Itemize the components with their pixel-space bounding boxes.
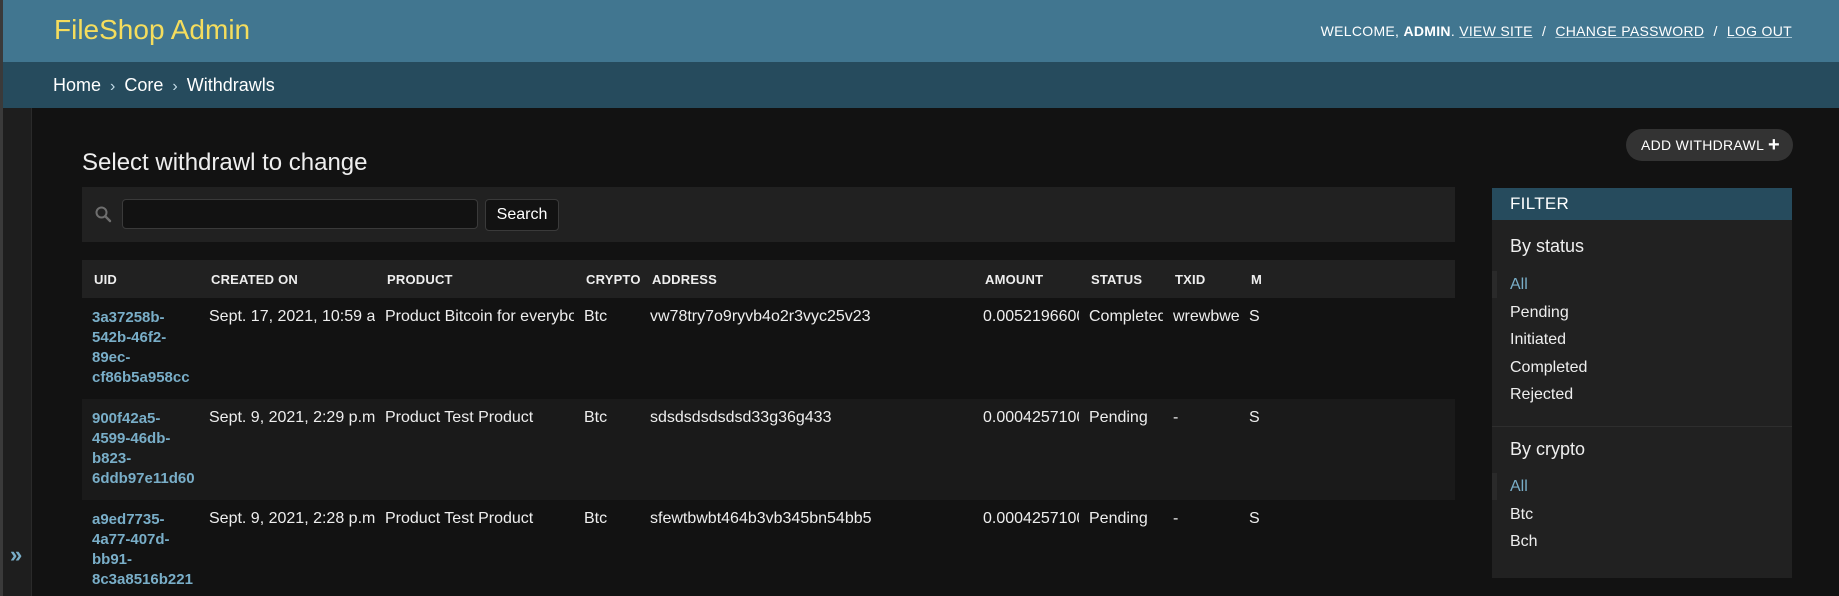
column-header-created-on[interactable]: CREATED ON xyxy=(199,260,375,298)
filter-status-initiated[interactable]: Initiated xyxy=(1492,326,1792,354)
address-cell: vw78try7o9ryvb4o2r3vyc25v23 xyxy=(650,308,871,325)
double-chevron-right-icon[interactable]: » xyxy=(10,542,22,568)
filter-panel: FILTER By status All Pending Initiated C… xyxy=(1492,188,1792,578)
created-on-cell: Sept. 9, 2021, 2:28 p.m. xyxy=(209,510,375,527)
page-title: Select withdrawl to change xyxy=(82,149,368,177)
amount-cell: 0.0004257100 xyxy=(983,510,1079,527)
product-cell: Product Test Product xyxy=(385,510,534,527)
filter-status-all[interactable]: All xyxy=(1492,271,1792,299)
amount-cell: 0.0004257100 xyxy=(983,409,1079,426)
status-cell: Completed xyxy=(1089,308,1163,325)
breadcrumb: Home › Core › Withdrawls xyxy=(3,62,1839,108)
uid-link[interactable]: 900f42a5- 4599-46db- b823- 6ddb97e11d60 xyxy=(92,409,199,489)
add-withdrawl-label: ADD WITHDRAWL xyxy=(1641,137,1765,153)
column-header-status[interactable]: STATUS xyxy=(1079,260,1163,298)
change-password-link[interactable]: CHANGE PASSWORD xyxy=(1555,23,1704,39)
filter-heading-status: By status xyxy=(1510,236,1585,256)
results-table: UID CREATED ON PRODUCT CRYPTO ADDRESS AM… xyxy=(82,260,1455,596)
extra-cell: S xyxy=(1249,409,1260,426)
extra-cell: S xyxy=(1249,308,1260,325)
log-out-link[interactable]: LOG OUT xyxy=(1727,23,1792,39)
crypto-cell: Btc xyxy=(584,510,608,527)
column-header-more[interactable]: M xyxy=(1239,260,1455,298)
uid-cell: a9ed7735- 4a77-407d- bb91- 8c3a8516b221 xyxy=(82,500,199,596)
add-withdrawl-button[interactable]: ADD WITHDRAWL + xyxy=(1626,129,1793,161)
filter-list-status: All Pending Initiated Completed Rejected xyxy=(1492,271,1792,409)
txid-cell: - xyxy=(1173,409,1179,426)
column-header-crypto[interactable]: CRYPTO xyxy=(574,260,640,298)
column-header-txid[interactable]: TXID xyxy=(1163,260,1239,298)
column-header-product[interactable]: PRODUCT xyxy=(375,260,574,298)
uid-cell: 900f42a5- 4599-46db- b823- 6ddb97e11d60 xyxy=(82,399,199,500)
breadcrumb-current: Withdrawls xyxy=(186,75,275,95)
filter-status-pending[interactable]: Pending xyxy=(1492,299,1792,327)
filter-status-completed[interactable]: Completed xyxy=(1492,354,1792,382)
plus-icon: + xyxy=(1768,134,1780,156)
status-cell: Pending xyxy=(1089,409,1148,426)
search-button[interactable]: Search xyxy=(485,199,559,231)
breadcrumb-core[interactable]: Core xyxy=(124,75,163,95)
address-cell: sfewtbwbt464b3vb345bn54bb5 xyxy=(650,510,872,527)
product-cell: Product Test Product xyxy=(385,409,534,426)
user-tools: WELCOME, ADMIN. VIEW SITE / CHANGE PASSW… xyxy=(1320,23,1792,39)
site-header: FileShop Admin WELCOME, ADMIN. VIEW SITE… xyxy=(3,0,1839,62)
crypto-cell: Btc xyxy=(584,409,608,426)
column-header-uid[interactable]: UID xyxy=(82,260,199,298)
txid-cell: - xyxy=(1173,510,1179,527)
column-header-amount[interactable]: AMOUNT xyxy=(973,260,1079,298)
search-toolbar: Search xyxy=(82,187,1455,242)
table-row: 3a37258b- 542b-46f2- 89ec- cf86b5a958cc … xyxy=(82,298,1455,399)
crypto-cell: Btc xyxy=(584,308,608,325)
extra-cell: S xyxy=(1249,510,1260,527)
uid-link[interactable]: a9ed7735- 4a77-407d- bb91- 8c3a8516b221 xyxy=(92,510,199,590)
table-row: 900f42a5- 4599-46db- b823- 6ddb97e11d60 … xyxy=(82,399,1455,500)
product-cell: Product Bitcoin for everybody xyxy=(385,308,574,325)
breadcrumb-separator: › xyxy=(172,78,178,95)
status-cell: Pending xyxy=(1089,510,1148,527)
view-site-link[interactable]: VIEW SITE xyxy=(1459,23,1533,39)
filter-title: FILTER xyxy=(1492,188,1792,220)
welcome-text: WELCOME, xyxy=(1320,23,1400,39)
search-input[interactable] xyxy=(122,199,478,229)
uid-cell: 3a37258b- 542b-46f2- 89ec- cf86b5a958cc xyxy=(82,298,199,399)
uid-link[interactable]: 3a37258b- 542b-46f2- 89ec- cf86b5a958cc xyxy=(92,308,199,388)
amount-cell: 0.0052196600 xyxy=(983,308,1079,325)
search-icon xyxy=(95,206,112,223)
created-on-cell: Sept. 9, 2021, 2:29 p.m. xyxy=(209,409,375,426)
username: ADMIN xyxy=(1403,23,1451,39)
table-header-row: UID CREATED ON PRODUCT CRYPTO ADDRESS AM… xyxy=(82,260,1455,298)
table-row: a9ed7735- 4a77-407d- bb91- 8c3a8516b221 … xyxy=(82,500,1455,596)
site-brand[interactable]: FileShop Admin xyxy=(54,14,250,46)
address-cell: sdsdsdsdsdsd33g36g433 xyxy=(650,409,832,426)
filter-divider xyxy=(1492,426,1792,427)
filter-list-crypto: All Btc Bch xyxy=(1492,473,1792,556)
column-header-address[interactable]: ADDRESS xyxy=(640,260,973,298)
filter-crypto-bch[interactable]: Bch xyxy=(1492,528,1792,556)
breadcrumb-separator: › xyxy=(110,78,116,95)
filter-crypto-btc[interactable]: Btc xyxy=(1492,501,1792,529)
created-on-cell: Sept. 17, 2021, 10:59 a.m. xyxy=(209,308,375,325)
txid-cell: wrewbwe xyxy=(1173,308,1239,325)
separator: / xyxy=(1713,23,1718,39)
filter-heading-crypto: By crypto xyxy=(1510,439,1586,459)
filter-status-rejected[interactable]: Rejected xyxy=(1492,381,1792,409)
filter-crypto-all[interactable]: All xyxy=(1492,473,1792,501)
breadcrumb-home[interactable]: Home xyxy=(53,75,101,95)
separator: / xyxy=(1541,23,1547,39)
nav-sidebar-toggle[interactable]: » xyxy=(3,108,32,596)
